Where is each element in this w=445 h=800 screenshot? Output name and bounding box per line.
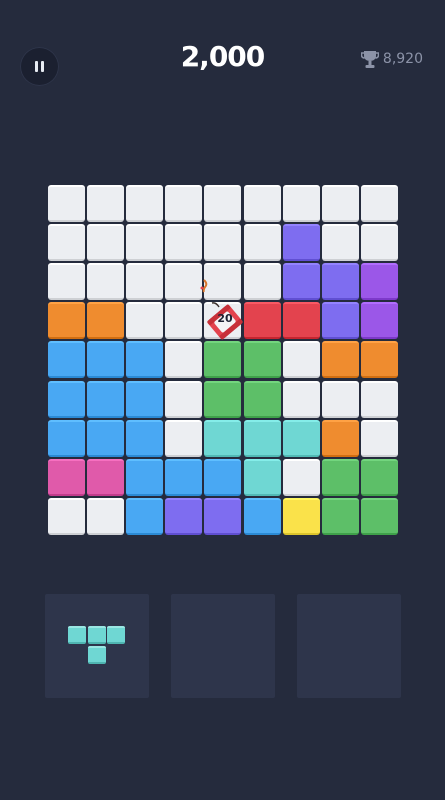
board-cell [204,380,242,418]
board-cell [321,458,359,496]
board-cell [126,185,164,222]
t-piece[interactable] [68,626,128,666]
board-cell [48,224,85,262]
bomb-counter: 20 [217,312,233,325]
board-cell [48,341,85,379]
board-cell [243,380,281,418]
board-cell [165,263,203,301]
board-cell [87,497,125,535]
board-cell [360,263,398,301]
board-cell [243,263,281,301]
board-cell [282,380,320,418]
board-cell [321,419,359,457]
board-cell [282,419,320,457]
board-cell [321,302,359,340]
board-cell [282,302,320,340]
board-cell [165,302,203,340]
board-cell [48,497,85,535]
board-cell [360,302,398,340]
board-cell [243,497,281,535]
board-cell [282,224,320,262]
board-cell [321,185,359,222]
board-cell [282,497,320,535]
board-cell [165,380,203,418]
board-cell [360,224,398,262]
board-cell [321,263,359,301]
bomb-block: 20 [205,300,245,340]
fuse-spark-icon [200,279,208,293]
board-cell [243,341,281,379]
board-cell [87,380,125,418]
board-cell [87,458,125,496]
board-cell [243,458,281,496]
best-score-value: 8,920 [382,51,423,67]
trophy-icon [360,51,379,68]
board-cell [321,380,359,418]
board-cell [165,458,203,496]
board-cell [48,185,85,222]
board-cell [204,224,242,262]
board-cell [126,263,164,301]
board-cell [87,185,125,222]
board-cell [282,341,320,379]
board-cell [204,497,242,535]
board-cell [360,380,398,418]
board-cell [165,497,203,535]
piece-cell [87,645,106,664]
board-cell [126,341,164,379]
board-cell [321,341,359,379]
piece-tray-3[interactable] [297,594,401,698]
board-cell [87,263,125,301]
board-cell [243,185,281,222]
board-cell [321,224,359,262]
board-cell [243,224,281,262]
board-cell [165,224,203,262]
board-cell [87,341,125,379]
board-cell [126,302,164,340]
board-cell [282,458,320,496]
board-cell [360,458,398,496]
board-cell [243,302,281,340]
board-cell [87,224,125,262]
board-cell [48,419,85,457]
piece-cell [68,626,86,644]
piece-tray-2[interactable] [171,594,275,698]
game-board[interactable] [48,185,400,537]
board-cell [204,185,242,222]
board-cell [243,419,281,457]
board-cell [204,419,242,457]
board-cell [87,419,125,457]
board-cell [126,380,164,418]
piece-tray-1[interactable] [45,594,149,698]
board-cell [48,263,85,301]
board-cell [126,224,164,262]
piece-cell [107,626,125,644]
board-cell [321,497,359,535]
board-cell [282,185,320,222]
board-cell [360,419,398,457]
board-cell [48,458,85,496]
board-cell [126,497,164,535]
board-cell [282,263,320,301]
board-cell [126,419,164,457]
board-cell [165,341,203,379]
piece-cell [87,626,106,644]
best-score: 8,920 [360,49,423,69]
board-cell [204,341,242,379]
board-cell [165,419,203,457]
board-cell [360,497,398,535]
board-cell [360,341,398,379]
board-cell [204,263,242,301]
board-cell [165,185,203,222]
board-cell [126,458,164,496]
board-cell [360,185,398,222]
board-cell [48,380,85,418]
board-cell [204,458,242,496]
board-cell [48,302,85,340]
board-cell [87,302,125,340]
